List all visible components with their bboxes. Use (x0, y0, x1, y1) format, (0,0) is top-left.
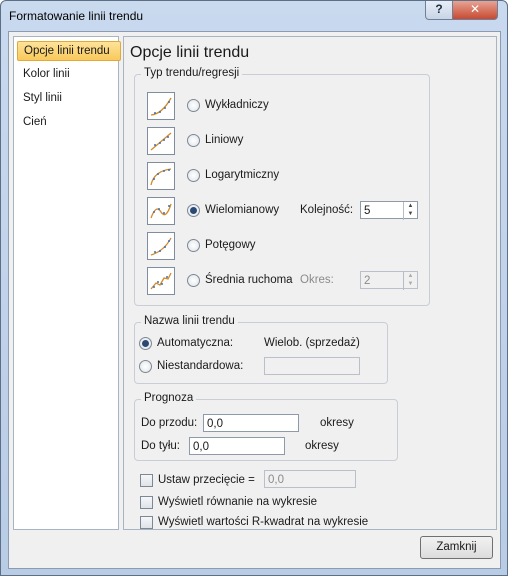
close-button[interactable]: Zamknij (420, 536, 493, 559)
nav-item-line-color[interactable]: Kolor linii (17, 65, 119, 83)
show-rsquared-label: Wyświetl wartości R-kwadrat na wykresie (158, 516, 369, 528)
spin-down-icon[interactable]: ▼ (404, 280, 417, 288)
linear-trend-icon[interactable] (147, 127, 175, 155)
forecast-backward-input[interactable]: 0,0 (189, 437, 285, 455)
order-spinner[interactable]: 5 ▲ ▼ (360, 201, 418, 220)
radio-logarithmic[interactable] (187, 169, 200, 182)
radio-exponential[interactable] (187, 99, 200, 112)
radio-automatic-name[interactable] (139, 337, 152, 350)
show-equation-label: Wyświetl równanie na wykresie (158, 496, 318, 508)
label-linear: Liniowy (205, 134, 244, 146)
nav-item-trendline-options[interactable]: Opcje linii trendu (17, 41, 121, 61)
help-icon: ? (435, 2, 443, 16)
label-polynomial: Wielomianowy (205, 204, 280, 216)
forecast-backward-label: Do tyłu: (141, 440, 180, 452)
radio-custom-name[interactable] (139, 360, 152, 373)
window-title: Formatowanie linii trendu (9, 9, 144, 23)
intercept-input[interactable]: 0,0 (264, 470, 356, 488)
panel-title: Opcje linii trendu (130, 44, 250, 61)
label-exponential: Wykładniczy (205, 99, 269, 111)
trend-type-group: Typ trendu/regresji Wykładniczy Liniowy (134, 67, 430, 306)
spin-up-icon[interactable]: ▲ (404, 202, 417, 210)
close-icon: ✕ (469, 2, 481, 16)
forecast-forward-unit: okresy (320, 417, 354, 429)
power-trend-icon[interactable] (147, 232, 175, 260)
set-intercept-label: Ustaw przecięcie = (158, 474, 255, 486)
close-window-button[interactable]: ✕ (452, 1, 498, 20)
forecast-forward-input[interactable]: 0,0 (203, 414, 299, 432)
title-bar[interactable]: Formatowanie linii trendu ? ✕ (1, 1, 507, 31)
spin-down-icon[interactable]: ▼ (404, 210, 417, 218)
nav-item-shadow[interactable]: Cień (17, 113, 119, 131)
radio-moving-average[interactable] (187, 274, 200, 287)
order-label: Kolejność: (300, 204, 354, 216)
radio-linear[interactable] (187, 134, 200, 147)
dialog-window: Formatowanie linii trendu ? ✕ Opcje lini… (0, 0, 508, 576)
nav-item-line-style[interactable]: Styl linii (17, 89, 119, 107)
category-nav: Opcje linii trendu Kolor linii Styl lini… (13, 36, 121, 530)
label-logarithmic: Logarytmiczny (205, 169, 280, 181)
period-spinner[interactable]: 2 ▲ ▼ (360, 271, 418, 290)
radio-polynomial[interactable] (187, 204, 200, 217)
order-value: 5 (364, 205, 371, 217)
radio-power[interactable] (187, 239, 200, 252)
order-spin-buttons[interactable]: ▲ ▼ (403, 202, 417, 220)
period-spin-buttons[interactable]: ▲ ▼ (403, 272, 417, 290)
automatic-name-label: Automatyczna: (157, 337, 234, 349)
custom-name-input[interactable] (264, 357, 360, 375)
logarithmic-trend-icon[interactable] (147, 162, 175, 190)
automatic-name-value: Wielob. (sprzedaż) (264, 337, 360, 349)
help-button[interactable]: ? (425, 1, 453, 20)
show-rsquared-checkbox[interactable] (140, 516, 153, 529)
polynomial-trend-icon[interactable] (147, 197, 175, 225)
forecast-group: Prognoza Do przodu: 0,0 okresy Do tyłu: … (134, 392, 398, 461)
trendline-name-group: Nazwa linii trendu Automatyczna: Wielob.… (134, 315, 388, 384)
period-label: Okres: (300, 274, 334, 286)
spin-up-icon[interactable]: ▲ (404, 272, 417, 280)
period-value: 2 (364, 275, 371, 287)
options-panel: Opcje linii trendu Typ trendu/regresji W… (123, 36, 497, 530)
trendline-name-group-label: Nazwa linii trendu (141, 315, 238, 327)
moving-average-trend-icon[interactable] (147, 267, 175, 295)
forecast-forward-label: Do przodu: (141, 417, 198, 429)
set-intercept-checkbox[interactable] (140, 474, 153, 487)
forecast-group-label: Prognoza (141, 392, 197, 404)
custom-name-label: Niestandardowa: (157, 360, 244, 372)
exponential-trend-icon[interactable] (147, 92, 175, 120)
label-moving-average: Średnia ruchoma (205, 274, 293, 286)
forecast-backward-unit: okresy (305, 440, 339, 452)
trend-type-group-label: Typ trendu/regresji (141, 67, 243, 79)
show-equation-checkbox[interactable] (140, 496, 153, 509)
dialog-body: Opcje linii trendu Kolor linii Styl lini… (8, 31, 501, 569)
label-power: Potęgowy (205, 239, 256, 251)
